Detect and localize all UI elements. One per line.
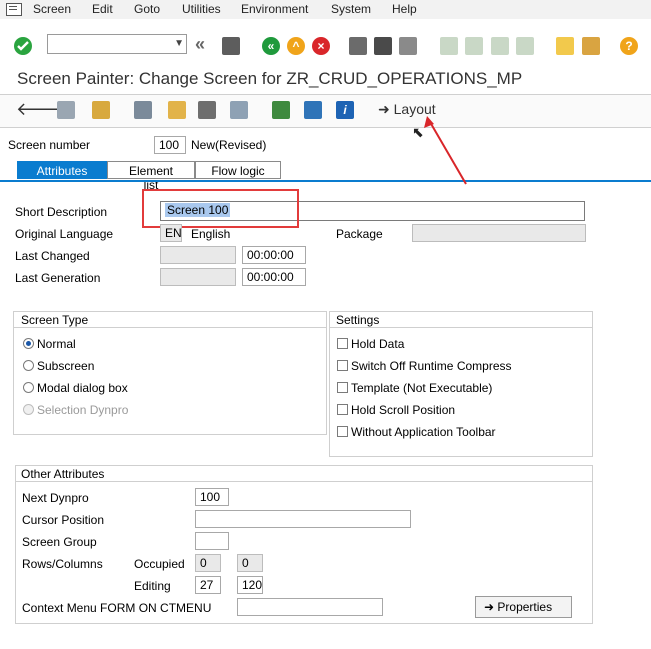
- annotation-arrow: [424, 116, 467, 185]
- annotation-arrow-line: [429, 121, 467, 185]
